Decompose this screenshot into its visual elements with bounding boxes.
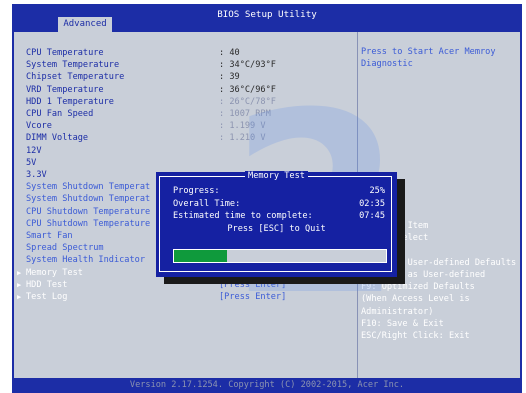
header-bar: BIOS Setup Utility Advanced (12, 4, 522, 32)
setting-label: Memory Test (26, 267, 83, 278)
setting-label: CPU Fan Speed (26, 109, 94, 119)
submenu-arrow-icon: ▶ (17, 268, 22, 277)
footer-version: Version 2.17.1254. Copyright (C) 2002-20… (129, 380, 405, 390)
setting-value: : 40 (219, 48, 240, 58)
setting-label: Vcore (26, 121, 52, 132)
setting-label: 12V (26, 145, 42, 156)
setting-label: Chipset Temperature (26, 72, 125, 83)
tab-advanced[interactable]: Advanced (58, 17, 112, 32)
estimate-row: Estimated time to complete: 07:45 (173, 210, 385, 222)
setting-label: HDD Test (26, 279, 68, 290)
setting-label: Test Log (26, 292, 68, 302)
submenu-arrow-icon: ▶ (17, 280, 22, 289)
dialog-frame: Memory Test Progress: 25% Overall Time: … (159, 171, 392, 272)
dialog-title: Memory Test (160, 170, 393, 182)
setting-label: System Temperature (26, 60, 120, 71)
setting-label: VRD Temperature (26, 84, 104, 95)
setting-label: System Shutdown Temperat (26, 182, 151, 193)
memory-test-dialog: Memory Test Progress: 25% Overall Time: … (156, 171, 397, 277)
overall-time-row: Overall Time: 02:35 (173, 198, 385, 210)
quit-hint: Press [ESC] to Quit (227, 223, 326, 234)
progress-bar-fill (174, 250, 227, 262)
submenu-arrow-icon: ▶ (17, 293, 22, 301)
setting-label: Spread Spectrum (26, 243, 104, 254)
overall-time-value: 02:35 (359, 198, 385, 209)
estimate-label: Estimated time to complete: (173, 211, 313, 221)
setting-label: DIMM Voltage (26, 133, 89, 144)
setting-label: 3.3V (26, 170, 47, 180)
progress-value: 25% (369, 186, 385, 196)
dialog-title-text: Memory Test (245, 171, 308, 181)
setting-label: CPU Shutdown Temperature (26, 218, 151, 229)
setting-label: 5V (26, 157, 37, 168)
setting-label: HDD 1 Temperature (26, 96, 114, 107)
bios-screen: BIOS Setup Utility Advanced CPU Temperat… (12, 4, 522, 393)
estimate-value: 07:45 (359, 211, 385, 221)
advanced-panel: CPU Temperature: 40 System Temperature: 3… (14, 32, 520, 378)
progress-label: Progress: (173, 186, 220, 196)
setting-label: CPU Shutdown Temperature (26, 206, 151, 217)
overall-time-label: Overall Time: (173, 198, 241, 209)
setting-label: System Health Indicator (26, 255, 145, 266)
progress-bar (173, 249, 387, 263)
progress-row: Progress: 25% (173, 185, 385, 197)
setting-label: System Shutdown Temperat (26, 194, 151, 205)
setting-label: CPU Temperature (26, 48, 104, 58)
setting-label: Smart Fan (26, 231, 73, 241)
